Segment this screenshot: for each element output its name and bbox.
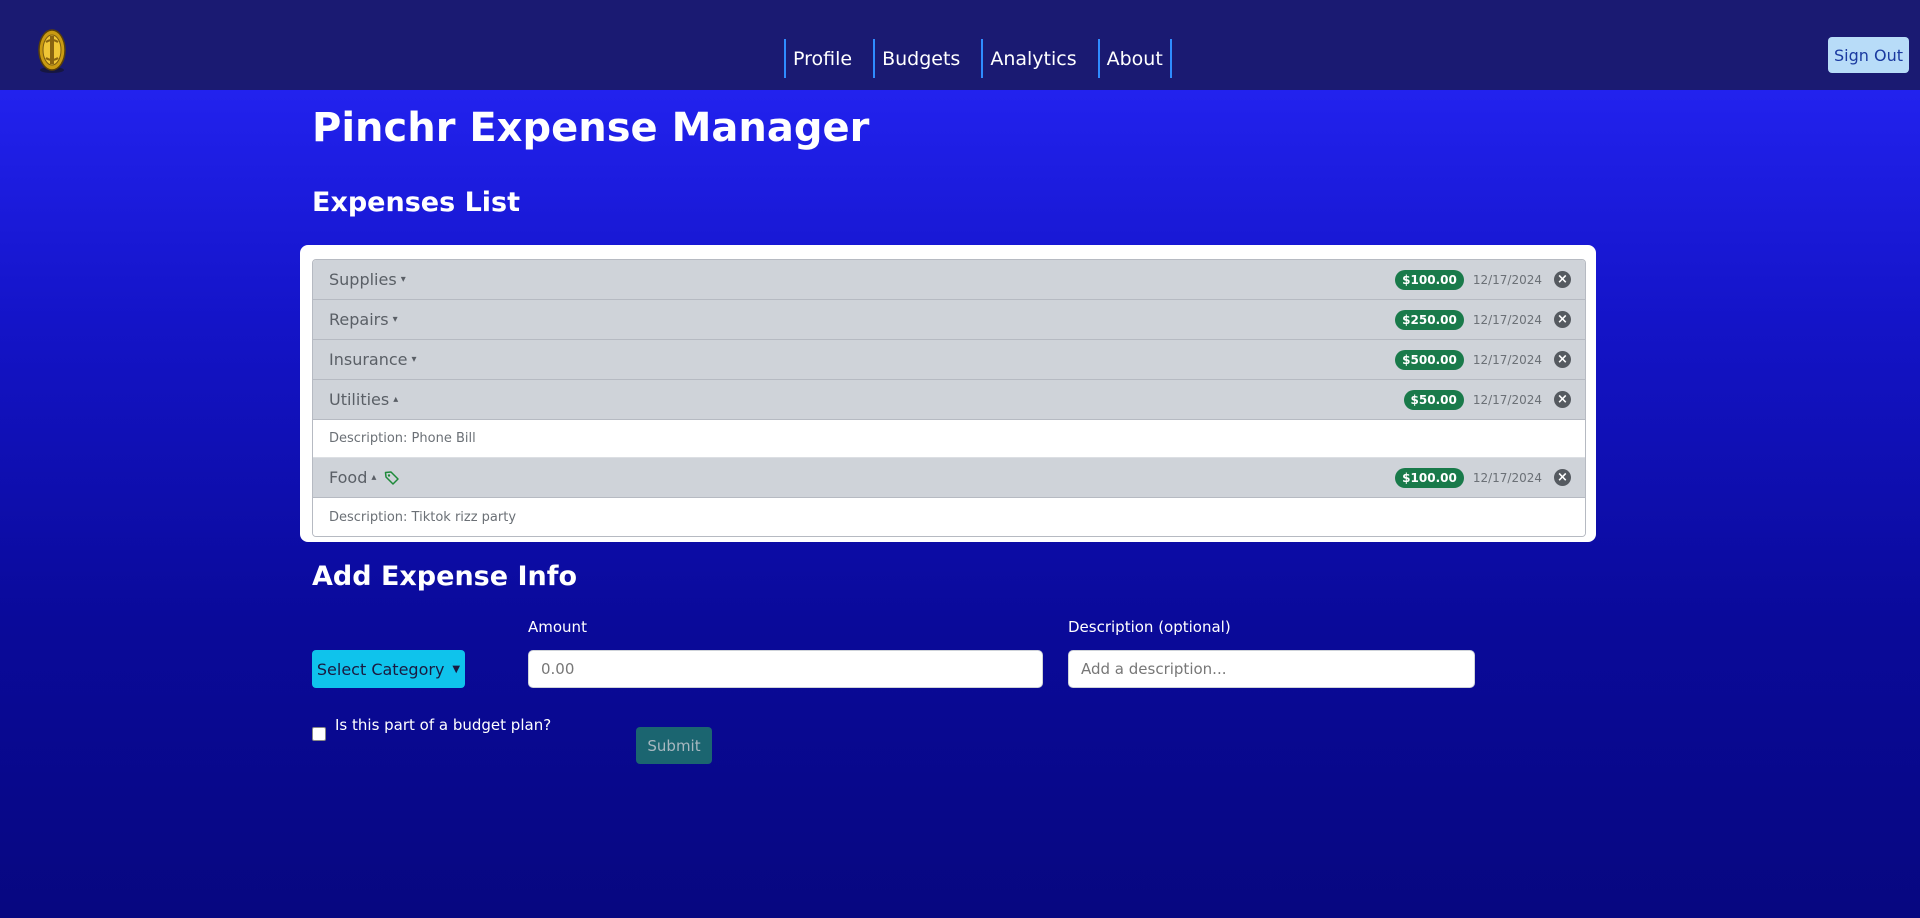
budget-tag-icon xyxy=(384,470,400,486)
delete-expense-icon[interactable]: × xyxy=(1554,311,1571,328)
submit-button[interactable]: Submit xyxy=(636,727,712,764)
page-title: Pinchr Expense Manager xyxy=(312,105,870,151)
expense-date: 12/17/2024 xyxy=(1472,312,1542,327)
expense-category-toggle[interactable]: Utilities ▴ xyxy=(329,390,398,409)
select-category-dropdown[interactable]: Select Category ▼ xyxy=(312,650,465,688)
amount-label: Amount xyxy=(528,618,587,636)
nav-analytics[interactable]: Analytics xyxy=(981,39,1083,78)
expense-category-toggle[interactable]: Food ▴ xyxy=(329,468,400,487)
expense-date: 12/17/2024 xyxy=(1472,352,1542,367)
expenses-list: Supplies ▾ $100.00 12/17/2024 × Repairs … xyxy=(312,259,1586,537)
caret-down-icon: ▾ xyxy=(392,314,398,325)
expense-category-toggle[interactable]: Supplies ▾ xyxy=(329,270,406,289)
expense-date: 12/17/2024 xyxy=(1472,272,1542,287)
delete-expense-icon[interactable]: × xyxy=(1554,351,1571,368)
expense-description: Description: Tiktok rizz party xyxy=(313,498,1585,536)
caret-up-icon: ▴ xyxy=(371,472,377,483)
expense-category-label: Utilities xyxy=(329,390,390,409)
expense-category-label: Food xyxy=(329,468,368,487)
expense-category-label: Insurance xyxy=(329,350,408,369)
top-navbar: Profile Budgets Analytics About Sign Out xyxy=(0,0,1920,90)
amount-badge: $100.00 xyxy=(1395,467,1464,488)
expense-row-supplies: Supplies ▾ $100.00 12/17/2024 × xyxy=(313,260,1585,300)
amount-badge: $250.00 xyxy=(1395,309,1464,330)
amount-badge: $100.00 xyxy=(1395,269,1464,290)
expense-category-label: Repairs xyxy=(329,310,389,329)
delete-expense-icon[interactable]: × xyxy=(1554,271,1571,288)
caret-down-icon: ▾ xyxy=(400,274,406,285)
nav-budgets[interactable]: Budgets xyxy=(873,39,967,78)
expense-category-label: Supplies xyxy=(329,270,397,289)
budget-plan-checkbox[interactable] xyxy=(312,727,326,741)
caret-down-icon: ▼ xyxy=(452,663,461,675)
expense-category-toggle[interactable]: Repairs ▾ xyxy=(329,310,398,329)
add-expense-title: Add Expense Info xyxy=(312,561,578,592)
nav-about[interactable]: About xyxy=(1097,39,1172,78)
expenses-list-title: Expenses List xyxy=(312,187,521,218)
nav-links: Profile Budgets Analytics About xyxy=(784,39,1172,78)
expense-date: 12/17/2024 xyxy=(1472,392,1542,407)
amount-badge: $500.00 xyxy=(1395,349,1464,370)
expense-row-food: Food ▴ $100.00 12/17/2024 × xyxy=(313,458,1585,498)
expense-date: 12/17/2024 xyxy=(1472,470,1542,485)
description-label: Description (optional) xyxy=(1068,618,1231,636)
sign-out-button[interactable]: Sign Out xyxy=(1828,37,1909,73)
expense-row-utilities: Utilities ▴ $50.00 12/17/2024 × xyxy=(313,380,1585,420)
expense-row-insurance: Insurance ▾ $500.00 12/17/2024 × xyxy=(313,340,1585,380)
caret-down-icon: ▾ xyxy=(411,354,417,365)
delete-expense-icon[interactable]: × xyxy=(1554,469,1571,486)
description-input[interactable] xyxy=(1068,650,1475,688)
select-category-label: Select Category xyxy=(316,659,445,679)
delete-expense-icon[interactable]: × xyxy=(1554,391,1571,408)
nav-profile[interactable]: Profile xyxy=(784,39,859,78)
caret-up-icon: ▴ xyxy=(393,394,399,405)
expense-description: Description: Phone Bill xyxy=(313,420,1585,458)
expenses-panel: Supplies ▾ $100.00 12/17/2024 × Repairs … xyxy=(300,245,1596,542)
expense-row-repairs: Repairs ▾ $250.00 12/17/2024 × xyxy=(313,300,1585,340)
amount-input[interactable] xyxy=(528,650,1043,688)
expense-category-toggle[interactable]: Insurance ▾ xyxy=(329,350,417,369)
app-logo-icon[interactable] xyxy=(34,26,70,76)
amount-badge: $50.00 xyxy=(1403,389,1464,410)
budget-plan-label: Is this part of a budget plan? xyxy=(335,716,552,734)
